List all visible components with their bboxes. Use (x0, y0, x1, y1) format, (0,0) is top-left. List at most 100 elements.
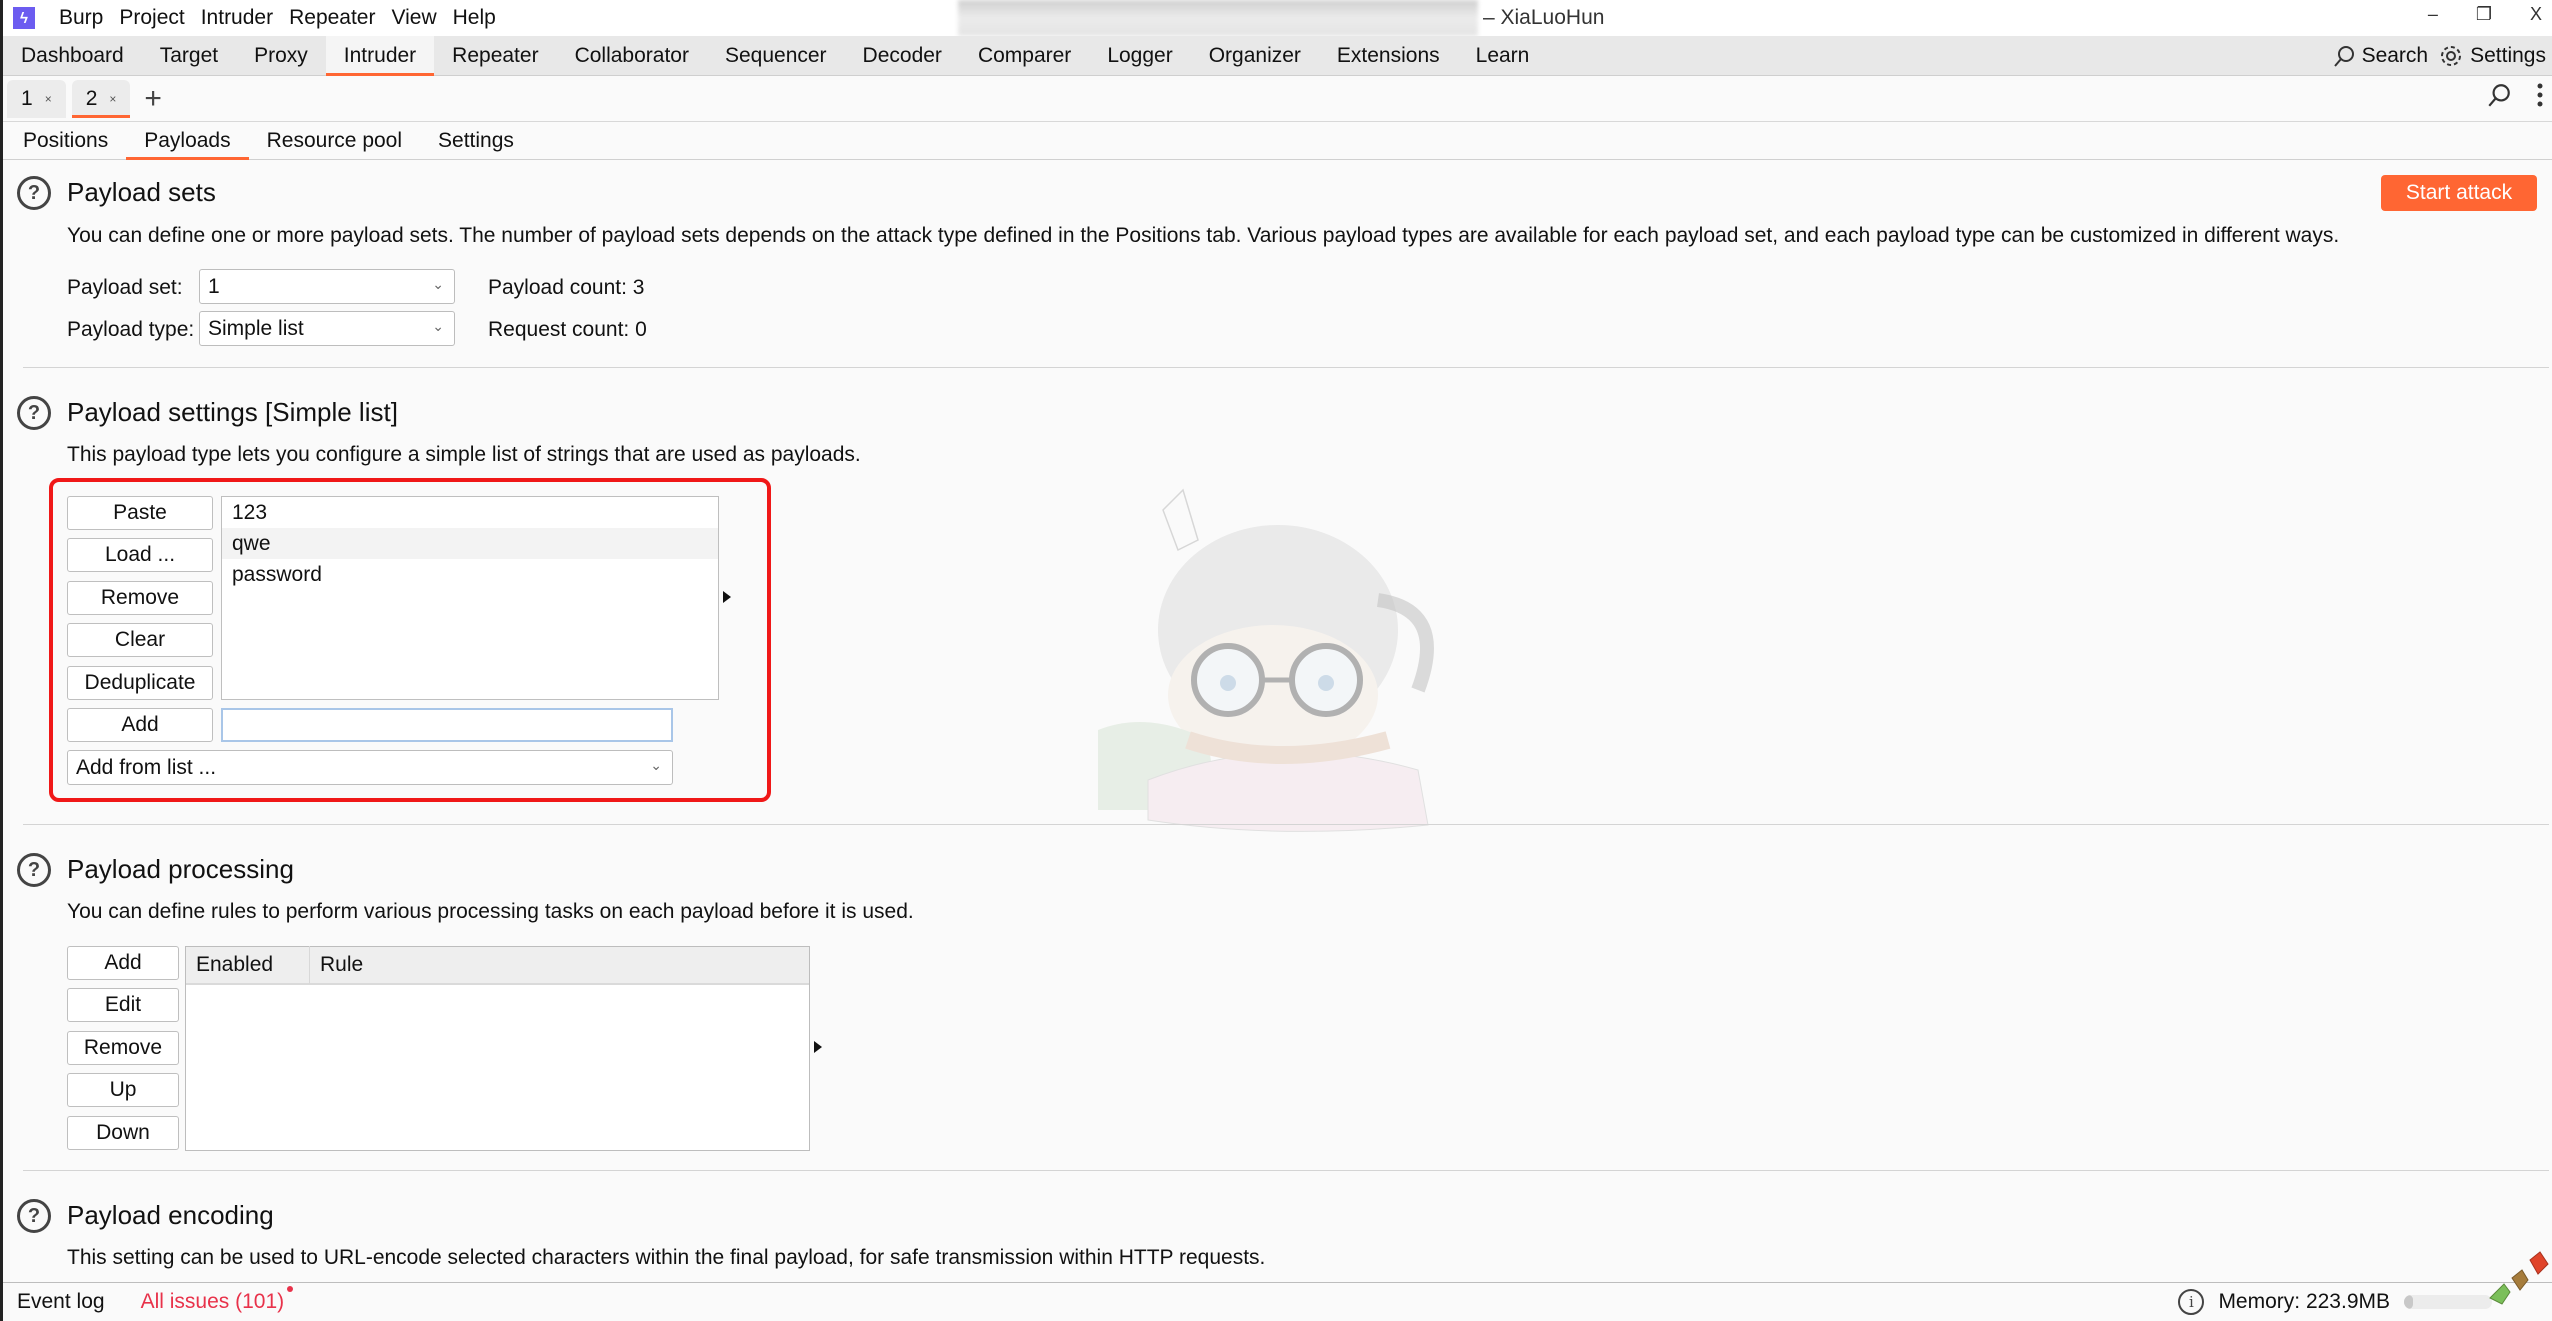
column-rule[interactable]: Rule (310, 946, 363, 984)
add-tab-button[interactable]: + (144, 83, 162, 114)
tab-proxy[interactable]: Proxy (236, 36, 326, 76)
section-divider (23, 367, 2549, 368)
remove-rule-button[interactable]: Remove (67, 1031, 179, 1065)
close-icon[interactable]: × (109, 92, 116, 106)
help-icon[interactable]: ? (17, 1199, 51, 1233)
status-bar: Event log All issues (101) i Memory: 223… (3, 1282, 2552, 1321)
payload-type-value: Simple list (208, 316, 304, 340)
subtab-payloads[interactable]: Payloads (126, 122, 250, 160)
load-button[interactable]: Load ... (67, 538, 213, 572)
instance-actions (2486, 82, 2544, 108)
help-icon[interactable]: ? (17, 176, 51, 210)
section-divider (23, 1170, 2549, 1171)
start-attack-button[interactable]: Start attack (2381, 175, 2537, 211)
payload-encoding-description: This setting can be used to URL-encode s… (67, 1246, 1266, 1269)
add-payload-button[interactable]: Add (67, 708, 213, 742)
table-header: Enabled Rule (186, 946, 809, 985)
payload-set-value: 1 (208, 274, 220, 298)
list-item[interactable]: qwe (222, 528, 718, 559)
chevron-down-icon: ⌄ (650, 757, 662, 773)
global-search-button[interactable]: Search (2332, 44, 2429, 68)
subtab-positions[interactable]: Positions (5, 122, 126, 160)
tab-intruder[interactable]: Intruder (325, 35, 435, 76)
move-up-button[interactable]: Up (67, 1073, 179, 1107)
tab-logger[interactable]: Logger (1089, 36, 1190, 76)
tab-learn[interactable]: Learn (1458, 36, 1548, 76)
menu-intruder[interactable]: Intruder (201, 6, 273, 30)
menu-bar: Burp Project Intruder Repeater View Help (59, 6, 512, 30)
all-issues-link[interactable]: All issues (101) (141, 1286, 294, 1314)
deduplicate-button[interactable]: Deduplicate (67, 666, 213, 700)
window-controls: – ❐ X (2428, 4, 2542, 25)
search-label: Search (2361, 44, 2429, 67)
request-count: Request count: 0 (488, 318, 647, 341)
menu-project[interactable]: Project (119, 6, 184, 30)
payload-sets-title: Payload sets (67, 177, 216, 207)
payload-encoding-title: Payload encoding (67, 1200, 274, 1230)
info-icon[interactable]: i (2178, 1289, 2205, 1315)
window-title: – XiaLuoHun (1483, 6, 1605, 29)
list-item[interactable]: password (222, 559, 718, 590)
instance-tab-label: 1 (21, 86, 33, 110)
restore-button[interactable]: ❐ (2476, 4, 2492, 25)
memory-usage-bar (2404, 1295, 2492, 1309)
add-rule-button[interactable]: Add (67, 946, 179, 980)
intruder-sub-tabs: Positions Payloads Resource pool Setting… (3, 122, 2552, 160)
payload-list[interactable]: 123 qwe password (221, 496, 719, 700)
global-settings-button[interactable]: Settings (2438, 43, 2546, 69)
tab-repeater[interactable]: Repeater (434, 36, 556, 76)
memory-status: i Memory: 223.9MB (2178, 1289, 2492, 1315)
tab-dashboard[interactable]: Dashboard (3, 36, 142, 76)
expand-arrow-icon[interactable] (723, 591, 731, 603)
column-enabled[interactable]: Enabled (186, 946, 310, 984)
payload-settings-title: Payload settings [Simple list] (67, 397, 398, 427)
help-icon[interactable]: ? (17, 396, 51, 430)
tab-collaborator[interactable]: Collaborator (557, 36, 707, 76)
help-icon[interactable]: ? (17, 853, 51, 887)
main-tab-bar: Dashboard Target Proxy Intruder Repeater… (3, 35, 2552, 76)
memory-usage-fill (2404, 1295, 2413, 1309)
tab-decoder[interactable]: Decoder (845, 36, 960, 76)
processing-rules-table[interactable]: Enabled Rule (185, 946, 810, 1151)
tab-organizer[interactable]: Organizer (1191, 36, 1319, 76)
edit-rule-button[interactable]: Edit (67, 988, 179, 1022)
add-from-list-select[interactable]: Add from list ... ⌄ (67, 750, 673, 785)
menu-view[interactable]: View (391, 6, 436, 30)
instance-tab-1[interactable]: 1 × (7, 79, 66, 118)
redacted-title (958, 0, 1478, 36)
event-log-link[interactable]: Event log (17, 1290, 105, 1314)
payload-set-label: Payload set: (67, 276, 183, 299)
menu-help[interactable]: Help (453, 6, 496, 30)
tab-target[interactable]: Target (142, 36, 236, 76)
add-from-list-label: Add from list ... (76, 755, 217, 779)
clear-button[interactable]: Clear (67, 623, 213, 657)
minimize-button[interactable]: – (2428, 4, 2438, 25)
subtab-resource-pool[interactable]: Resource pool (249, 122, 420, 160)
paste-button[interactable]: Paste (67, 496, 213, 530)
list-item[interactable]: 123 (222, 497, 718, 528)
section-divider (23, 824, 2549, 825)
expand-arrow-icon[interactable] (814, 1041, 822, 1053)
memory-label: Memory: 223.9MB (2218, 1290, 2390, 1313)
payload-count: Payload count: 3 (488, 276, 645, 299)
add-payload-input[interactable] (221, 708, 673, 742)
tab-sequencer[interactable]: Sequencer (707, 36, 845, 76)
remove-button[interactable]: Remove (67, 581, 213, 615)
menu-burp[interactable]: Burp (59, 6, 103, 30)
gear-icon (2441, 46, 2462, 66)
instance-tab-2[interactable]: 2 × (71, 79, 131, 118)
chevron-down-icon: ⌄ (432, 276, 444, 292)
close-button[interactable]: X (2530, 4, 2542, 25)
menu-repeater[interactable]: Repeater (289, 6, 375, 30)
subtab-settings[interactable]: Settings (420, 122, 532, 160)
tab-comparer[interactable]: Comparer (960, 36, 1089, 76)
more-options-icon[interactable] (2536, 82, 2544, 108)
payload-settings-description: This payload type lets you configure a s… (67, 443, 861, 466)
close-icon[interactable]: × (45, 92, 52, 106)
payload-type-select[interactable]: Simple list ⌄ (199, 311, 455, 346)
search-icon[interactable] (2486, 82, 2512, 108)
notification-dot-icon (287, 1286, 294, 1292)
payload-set-select[interactable]: 1 ⌄ (199, 269, 455, 304)
tab-extensions[interactable]: Extensions (1319, 36, 1458, 76)
move-down-button[interactable]: Down (67, 1116, 179, 1150)
